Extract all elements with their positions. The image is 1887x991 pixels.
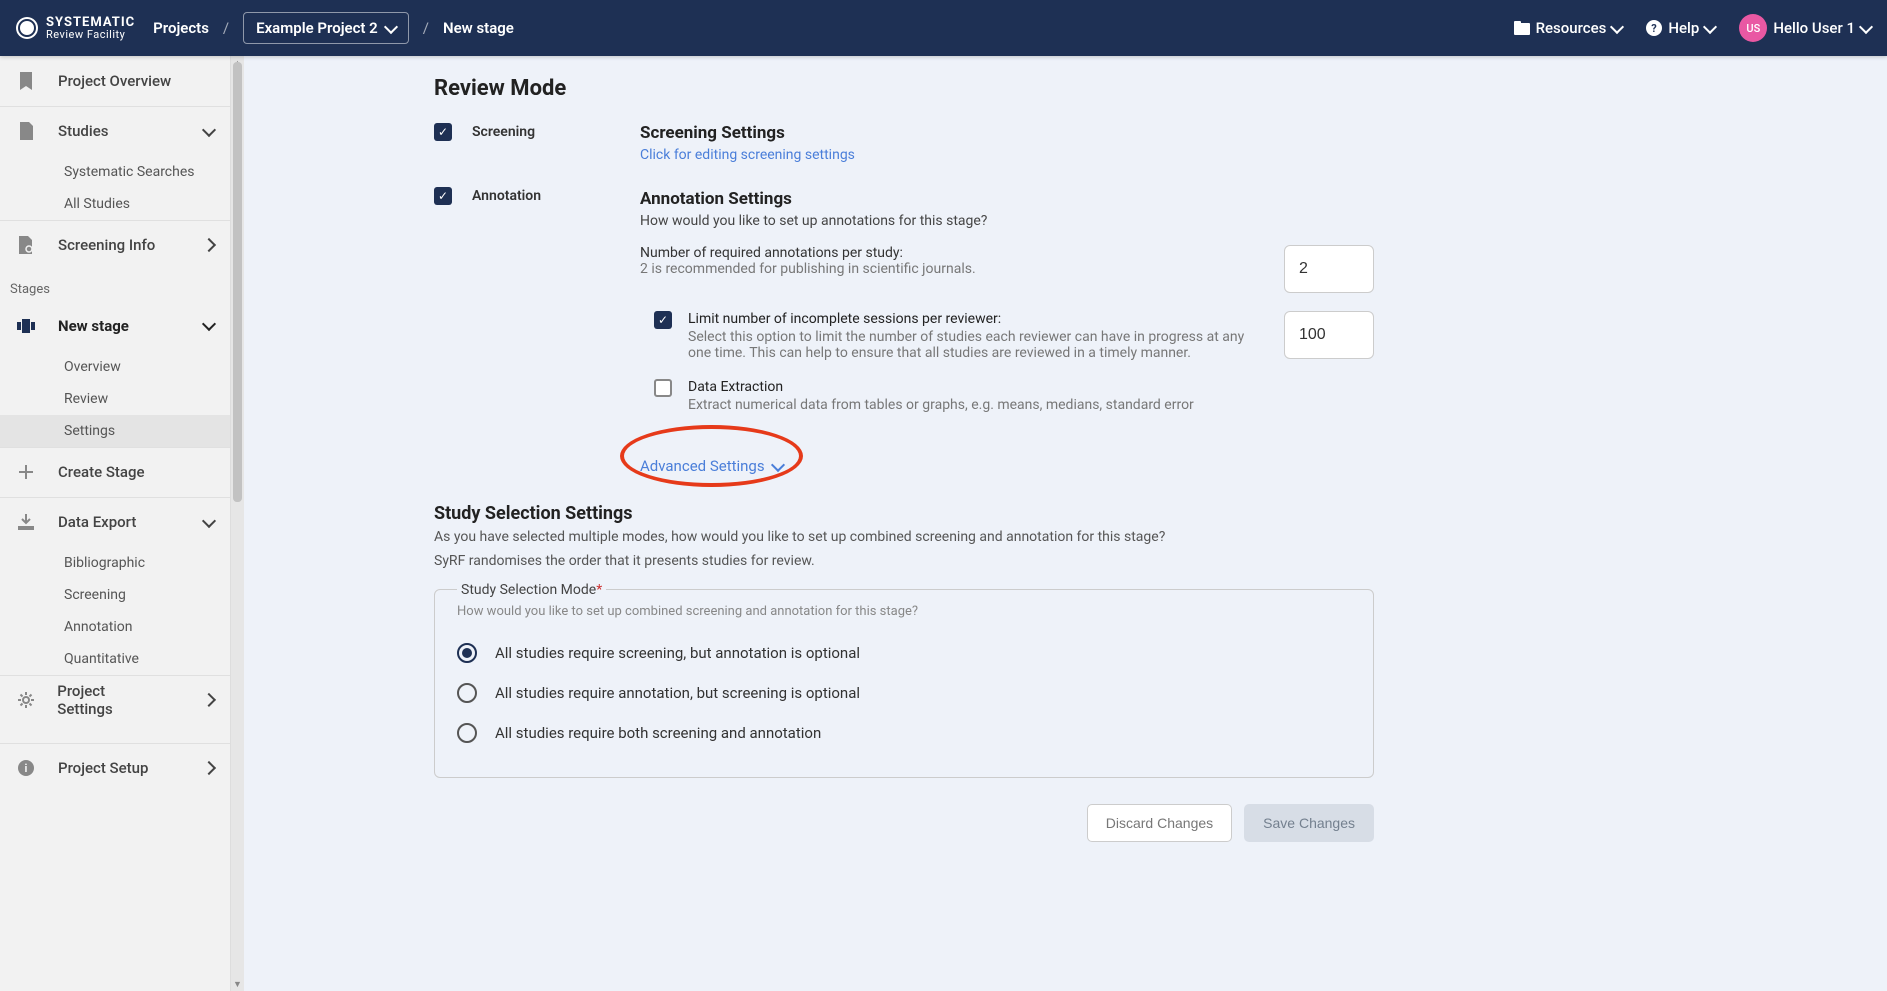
breadcrumb-projects[interactable]: Projects bbox=[153, 19, 209, 37]
stage-icon bbox=[16, 319, 36, 333]
scrollbar-thumb[interactable] bbox=[233, 62, 242, 502]
info-icon: i bbox=[16, 760, 36, 776]
screening-settings-link[interactable]: Click for editing screening settings bbox=[640, 147, 1374, 163]
chevron-down-icon bbox=[1610, 19, 1624, 33]
chevron-right-icon bbox=[202, 693, 216, 707]
sidebar-sub-overview[interactable]: Overview bbox=[0, 351, 230, 383]
limit-sessions-checkbox[interactable]: ✓ bbox=[654, 311, 672, 329]
app-logo[interactable]: SYSTEMATIC Review Facility bbox=[16, 16, 135, 40]
study-mode-option-1[interactable]: All studies require annotation, but scre… bbox=[457, 673, 1351, 713]
data-extraction-title: Data Extraction bbox=[688, 379, 1374, 395]
advanced-settings-toggle[interactable]: Advanced Settings bbox=[640, 457, 783, 475]
radio-icon bbox=[457, 683, 477, 703]
sidebar-sub-all-studies[interactable]: All Studies bbox=[0, 188, 230, 220]
main-content: Review Mode ✓ Screening ✓ Annotation Scr… bbox=[244, 56, 1887, 991]
screening-settings-title: Screening Settings bbox=[640, 123, 1374, 143]
logo-mark-icon bbox=[16, 17, 38, 39]
limit-sessions-input[interactable] bbox=[1284, 311, 1374, 359]
annotation-settings-title: Annotation Settings bbox=[640, 189, 1374, 209]
chevron-down-icon bbox=[771, 457, 785, 471]
sidebar-sub-bibliographic[interactable]: Bibliographic bbox=[0, 547, 230, 579]
breadcrumb-stage: New stage bbox=[443, 19, 514, 37]
sidebar-stages-label: Stages bbox=[0, 270, 230, 301]
sidebar-scrollbar[interactable]: ▲ ▼ bbox=[230, 56, 244, 991]
sidebar-sub-settings[interactable]: Settings bbox=[0, 415, 230, 447]
chevron-down-icon bbox=[1703, 19, 1717, 33]
svg-text:?: ? bbox=[1652, 22, 1658, 35]
breadcrumb-sep: / bbox=[223, 19, 229, 37]
chevron-right-icon bbox=[202, 238, 216, 252]
help-menu[interactable]: ? Help bbox=[1646, 19, 1715, 37]
radio-icon bbox=[457, 723, 477, 743]
sidebar-item-new-stage[interactable]: New stage bbox=[0, 301, 230, 351]
sidebar-item-overview[interactable]: Project Overview bbox=[0, 56, 230, 106]
annotation-settings-question: How would you like to set up annotations… bbox=[640, 213, 1374, 229]
sidebar-item-create-stage[interactable]: Create Stage bbox=[0, 447, 230, 497]
req-annotations-hint: 2 is recommended for publishing in scien… bbox=[640, 261, 1264, 277]
sidebar-sub-screening[interactable]: Screening bbox=[0, 579, 230, 611]
plus-icon bbox=[16, 465, 36, 479]
gear-icon bbox=[16, 691, 35, 709]
study-mode-option-2[interactable]: All studies require both screening and a… bbox=[457, 713, 1351, 753]
save-button[interactable]: Save Changes bbox=[1244, 804, 1374, 842]
chevron-down-icon bbox=[1859, 19, 1873, 33]
checkbox-checked-icon: ✓ bbox=[434, 123, 452, 141]
help-icon: ? bbox=[1646, 20, 1662, 36]
data-extraction-desc: Extract numerical data from tables or gr… bbox=[688, 397, 1374, 413]
study-selection-fieldset: Study Selection Mode* How would you like… bbox=[434, 589, 1374, 778]
bookmark-icon bbox=[16, 72, 36, 90]
sidebar-item-data-export[interactable]: Data Export bbox=[0, 497, 230, 547]
chevron-down-icon bbox=[202, 122, 216, 136]
mode-annotation-check[interactable]: ✓ Annotation bbox=[434, 187, 614, 205]
download-icon bbox=[16, 514, 36, 530]
sidebar-item-project-setup[interactable]: i Project Setup bbox=[0, 743, 230, 793]
user-menu[interactable]: US Hello User 1 bbox=[1739, 14, 1871, 42]
discard-button[interactable]: Discard Changes bbox=[1087, 804, 1232, 842]
study-selection-desc2: SyRF randomises the order that it presen… bbox=[434, 552, 1374, 572]
checkbox-checked-icon: ✓ bbox=[434, 187, 452, 205]
sidebar-item-screening-info[interactable]: Screening Info bbox=[0, 220, 230, 270]
chevron-right-icon bbox=[202, 761, 216, 775]
study-selection-legend-sub: How would you like to set up combined sc… bbox=[457, 604, 1351, 619]
limit-sessions-title: Limit number of incomplete sessions per … bbox=[688, 311, 1268, 327]
mode-screening-check[interactable]: ✓ Screening bbox=[434, 123, 614, 141]
sidebar: Project Overview Studies Systematic Sear… bbox=[0, 56, 244, 991]
highlight-oval bbox=[620, 425, 803, 487]
svg-text:i: i bbox=[25, 762, 28, 775]
folder-icon bbox=[1514, 21, 1530, 35]
sidebar-sub-review[interactable]: Review bbox=[0, 383, 230, 415]
topbar: SYSTEMATIC Review Facility Projects / Ex… bbox=[0, 0, 1887, 56]
breadcrumb: Projects / Example Project 2 / New stage bbox=[153, 12, 514, 44]
breadcrumb-sep: / bbox=[423, 19, 429, 37]
page-title: Review Mode bbox=[434, 76, 1374, 101]
study-mode-option-0[interactable]: All studies require screening, but annot… bbox=[457, 633, 1351, 673]
avatar: US bbox=[1739, 14, 1767, 42]
chevron-down-icon bbox=[384, 19, 398, 33]
chevron-down-icon bbox=[202, 513, 216, 527]
scroll-down-icon[interactable]: ▼ bbox=[231, 977, 244, 991]
sidebar-sub-quantitative[interactable]: Quantitative bbox=[0, 643, 230, 675]
sidebar-sub-annotation[interactable]: Annotation bbox=[0, 611, 230, 643]
resources-menu[interactable]: Resources bbox=[1514, 19, 1623, 37]
document-icon bbox=[16, 122, 36, 140]
req-annotations-input[interactable] bbox=[1284, 245, 1374, 293]
req-annotations-label: Number of required annotations per study… bbox=[640, 245, 1264, 261]
project-selector[interactable]: Example Project 2 bbox=[243, 12, 409, 44]
sidebar-sub-systematic-searches[interactable]: Systematic Searches bbox=[0, 156, 230, 188]
chevron-down-icon bbox=[202, 317, 216, 331]
study-selection-title: Study Selection Settings bbox=[434, 503, 1374, 524]
limit-sessions-desc: Select this option to limit the number o… bbox=[688, 329, 1268, 361]
data-extraction-checkbox[interactable] bbox=[654, 379, 672, 397]
radio-selected-icon bbox=[457, 643, 477, 663]
logo-line2: Review Facility bbox=[46, 28, 125, 41]
study-selection-legend: Study Selection Mode* bbox=[457, 582, 606, 598]
study-selection-desc1: As you have selected multiple modes, how… bbox=[434, 528, 1374, 548]
sidebar-item-project-settings[interactable]: Project Settings bbox=[0, 675, 230, 725]
sidebar-item-studies[interactable]: Studies bbox=[0, 106, 230, 156]
document-search-icon bbox=[16, 236, 36, 254]
